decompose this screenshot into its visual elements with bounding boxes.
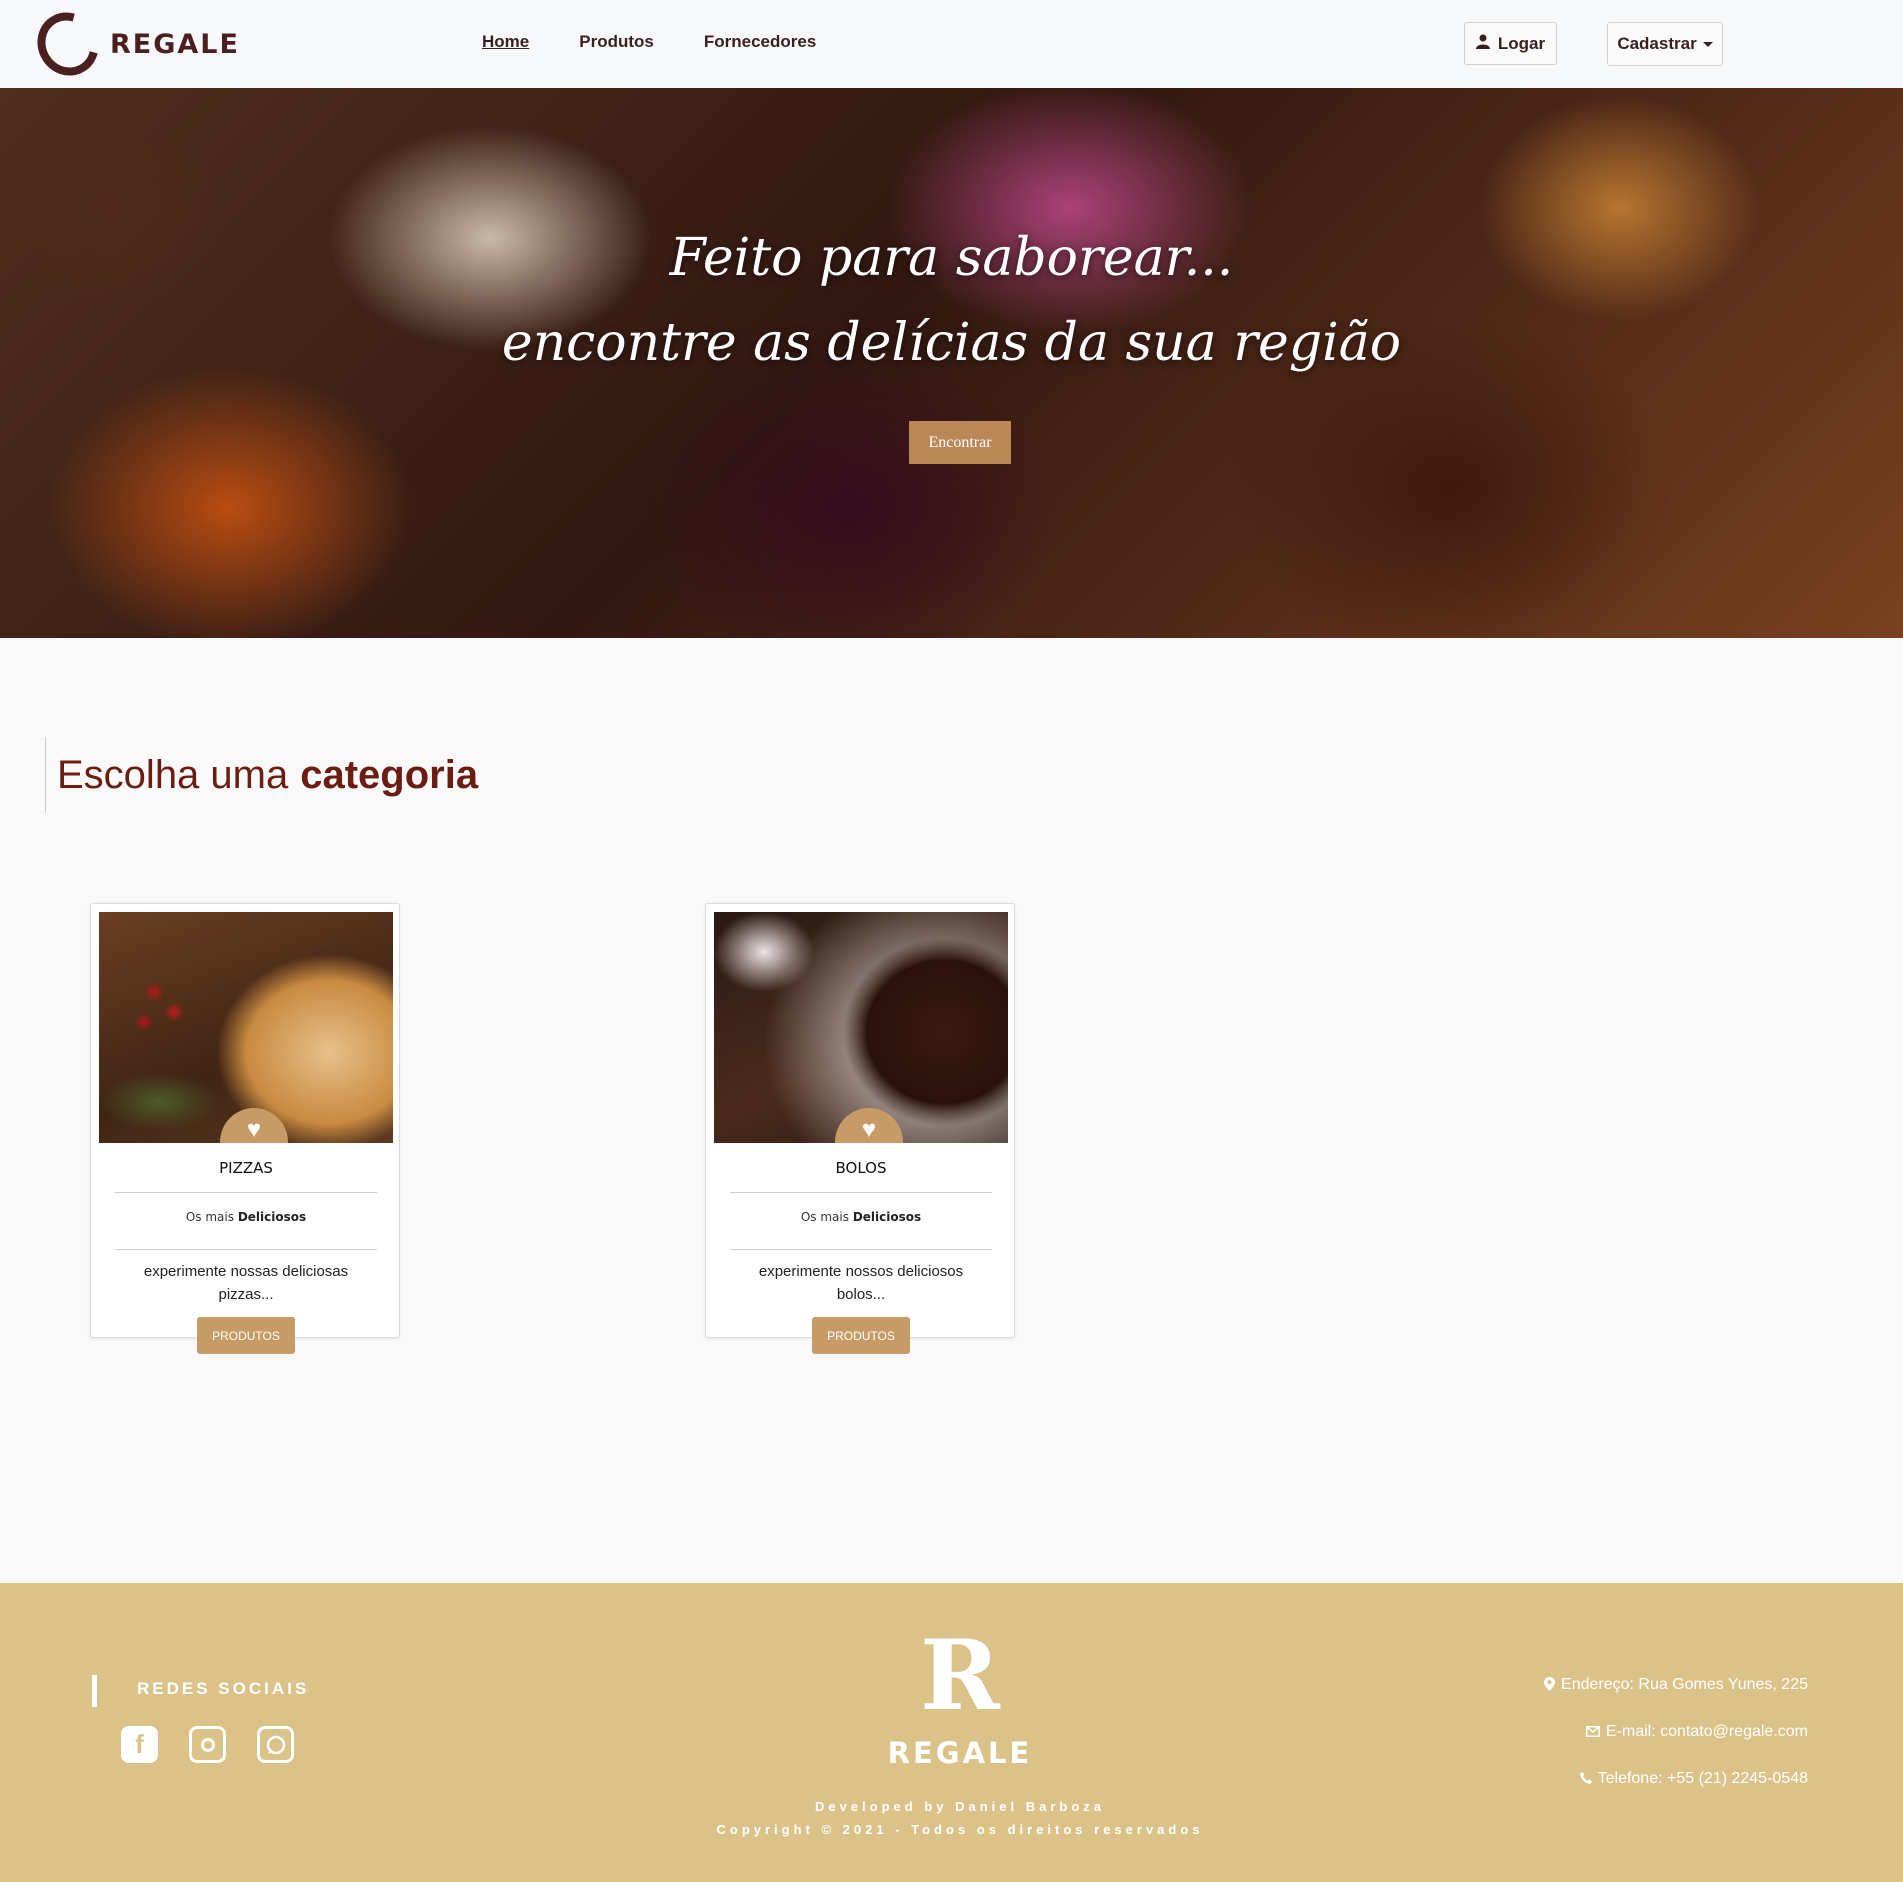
card-subtitle-prefix: Os mais: [800, 1210, 849, 1224]
brand-logo[interactable]: REGALE: [26, 1, 240, 87]
developed-by: Developed by Daniel Barboza: [814, 1799, 1106, 1814]
products-button[interactable]: PRODUTOS: [812, 1317, 910, 1354]
caret-down-icon: [1702, 41, 1713, 47]
contact-email[interactable]: E-mail: contato@regale.com: [1585, 1723, 1808, 1741]
social-title: REDES SOCIAIS: [137, 1679, 310, 1698]
contact-phone[interactable]: Telefone: +55 (21) 2245-0548: [1579, 1770, 1808, 1788]
card-subtitle-bold: Deliciosos: [852, 1210, 922, 1224]
card-title: PIZZAS: [219, 1159, 273, 1177]
section-title-bold: categoria: [300, 752, 479, 797]
footer: REDES SOCIAIS f R REGALE Developed by Da…: [0, 1583, 1903, 1882]
phone-icon: [1579, 1771, 1592, 1787]
section-title: Escolha uma categoria: [45, 737, 478, 813]
heart-icon[interactable]: ♥: [835, 1108, 903, 1143]
phone-text: Telefone: +55 (21) 2245-0548: [1597, 1770, 1808, 1787]
hero-title-line1: Feito para saborear...: [669, 228, 1234, 288]
footer-brand: REGALE: [887, 1736, 1033, 1770]
category-card-pizzas: ♥ PIZZAS Os mais Deliciosos experimente …: [90, 903, 401, 1354]
facebook-icon[interactable]: f: [121, 1726, 158, 1763]
brand-name: REGALE: [110, 28, 240, 60]
envelope-icon: [1585, 1725, 1600, 1740]
nav-links: Home Produtos Fornecedores: [482, 32, 866, 52]
divider: [730, 1192, 992, 1193]
divider: [115, 1249, 377, 1250]
copyright: Copyright © 2021 - Todos os direitos res…: [716, 1822, 1204, 1837]
map-pin-icon: [1544, 1676, 1556, 1694]
login-button[interactable]: Logar: [1464, 22, 1557, 65]
user-icon: [1475, 34, 1490, 54]
category-card-bolos: ♥ BOLOS Os mais Deliciosos experimente n…: [705, 903, 1016, 1354]
contact-address: Endereço: Rua Gomes Yunes, 225: [1544, 1676, 1808, 1694]
email-text: E-mail: contato@regale.com: [1605, 1723, 1808, 1740]
card-subtitle-prefix: Os mais: [185, 1210, 234, 1224]
social-title-bar: [92, 1675, 97, 1707]
address-text: Endereço: Rua Gomes Yunes, 225: [1561, 1676, 1808, 1693]
hero-banner: Feito para saborear... encontre as delíc…: [0, 88, 1903, 638]
card-subtitle: Os mais Deliciosos: [706, 1210, 1016, 1224]
card-subtitle-bold: Deliciosos: [237, 1210, 307, 1224]
divider: [115, 1192, 377, 1193]
navbar: REGALE Home Produtos Fornecedores Logar …: [0, 0, 1903, 88]
nav-link-fornecedores[interactable]: Fornecedores: [704, 32, 816, 52]
cake-image: ♥: [714, 912, 1008, 1143]
section-title-normal: Escolha uma: [57, 752, 289, 797]
products-button[interactable]: PRODUTOS: [197, 1317, 295, 1354]
card-title: BOLOS: [835, 1159, 887, 1177]
pizza-image: ♥: [99, 912, 393, 1143]
nav-link-produtos[interactable]: Produtos: [579, 32, 654, 52]
instagram-icon[interactable]: [189, 1726, 226, 1763]
logo-ring-icon: [26, 1, 110, 87]
heart-icon[interactable]: ♥: [220, 1108, 288, 1143]
footer-logo-letter: R: [920, 1619, 1000, 1732]
register-dropdown-button[interactable]: Cadastrar: [1607, 22, 1723, 66]
register-label: Cadastrar: [1617, 34, 1697, 53]
card-description: experimente nossos deliciosos bolos...: [758, 1263, 964, 1303]
card-subtitle: Os mais Deliciosos: [91, 1210, 401, 1224]
find-button[interactable]: Encontrar: [909, 421, 1011, 464]
whatsapp-icon[interactable]: [257, 1726, 294, 1763]
nav-link-home[interactable]: Home: [482, 32, 529, 52]
card-description: experimente nossas deliciosas pizzas...: [143, 1263, 349, 1303]
hero-title-line2: encontre as delícias da sua região: [501, 313, 1402, 373]
divider: [730, 1249, 992, 1250]
login-label: Logar: [1497, 33, 1546, 53]
